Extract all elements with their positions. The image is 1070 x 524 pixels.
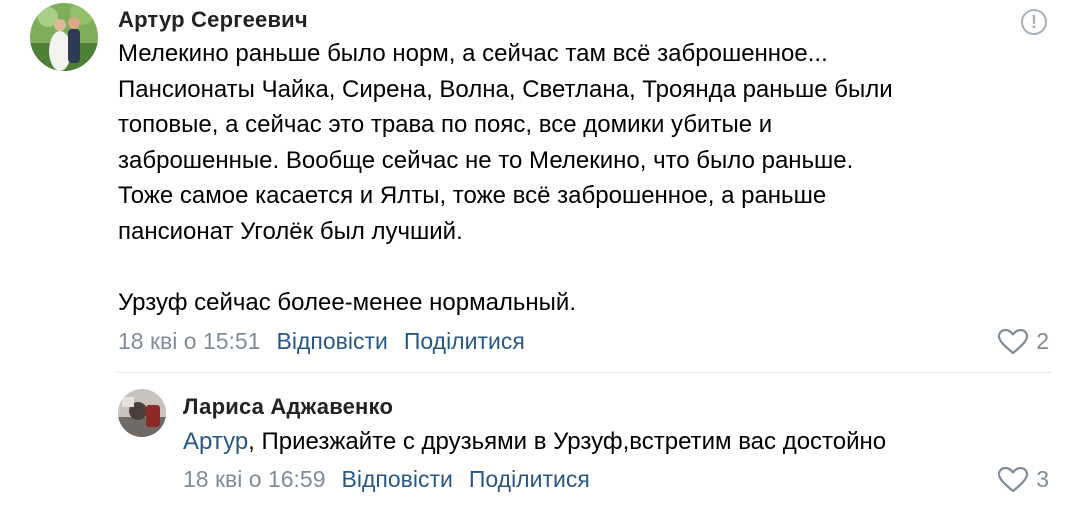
like-count: 3 [1036,466,1049,492]
mention-link[interactable]: Артур [183,428,248,455]
reply-text: Артур, Приезжайте с друзьями в Урзуф,вст… [183,424,1043,460]
reply-button[interactable]: Відповісти [342,466,453,493]
report-icon[interactable]: ! [1021,9,1047,35]
share-button[interactable]: Поділитися [404,328,525,355]
reply-body: , Приезжайте с друзьями в Урзуф,встретим… [248,428,887,455]
share-button[interactable]: Поділитися [469,466,590,493]
avatar-photo [118,389,166,437]
divider [117,372,1052,373]
like-button[interactable]: 2 [998,328,1049,355]
like-button[interactable]: 3 [998,466,1049,493]
comment-author[interactable]: Артур Сергеевич [118,7,308,33]
heart-icon [998,328,1029,354]
like-count: 2 [1036,328,1049,354]
heart-icon [998,466,1029,492]
reply-meta: 18 кві о 16:59 Відповісти Поділитися [183,466,590,493]
timestamp[interactable]: 18 кві о 15:51 [118,328,261,355]
avatar[interactable] [30,3,98,71]
timestamp[interactable]: 18 кві о 16:59 [183,466,326,493]
comment-text: Мелекино раньше было норм, а сейчас там … [118,40,893,316]
avatar-photo [30,3,98,71]
reply-author[interactable]: Лариса Аджавенко [183,394,393,420]
comment-meta: 18 кві о 15:51 Відповісти Поділитися [118,328,525,355]
reply-button[interactable]: Відповісти [277,328,388,355]
avatar[interactable] [118,389,166,437]
